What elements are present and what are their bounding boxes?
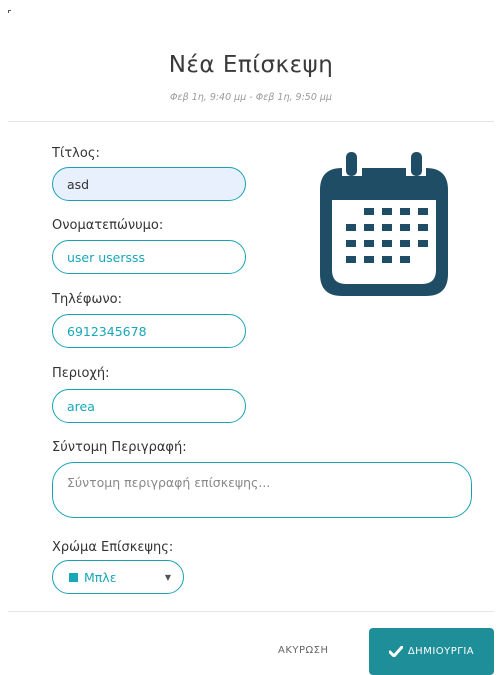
caret-down-icon: ▼ [164,572,171,582]
description-placeholder: Σύντομη περιγραφή επίσκεψης... [67,475,271,490]
phone-label: Τηλέφωνο: [52,292,122,307]
footer-divider [8,611,494,612]
phone-input[interactable]: 6912345678 [52,314,246,348]
area-label: Περιοχή: [52,366,110,381]
area-input[interactable]: area [52,389,246,423]
color-select[interactable]: Μπλε ▼ [52,560,184,594]
color-label: Χρώμα Επίσκεψης: [52,540,174,555]
name-input-value: user usersss [67,249,146,265]
create-button[interactable]: ΔΗΜΙΟΥΡΓΙΑ [369,628,494,675]
title-input[interactable]: asd [52,167,246,201]
name-input[interactable]: user usersss [52,240,246,274]
modal-subtitle: Φεβ 1η, 9:40 μμ - Φεβ 1η, 9:50 μμ [170,92,332,103]
cancel-button-label: ΑΚΥΡΩΣΗ [278,644,329,656]
check-icon [388,646,403,657]
color-select-value: Μπλε [84,569,117,585]
cancel-button[interactable]: ΑΚΥΡΩΣΗ [278,640,329,660]
description-label: Σύντομη Περιγραφή: [52,440,187,455]
color-swatch [69,572,78,582]
modal-header: Νέα Επίσκεψη Φεβ 1η, 9:40 μμ - Φεβ 1η, 9… [0,0,502,122]
description-textarea[interactable]: Σύντομη περιγραφή επίσκεψης... [52,462,472,518]
name-label: Ονοματεπώνυμο: [52,218,164,233]
create-button-label: ΔΗΜΙΟΥΡΓΙΑ [407,646,475,657]
title-label: Τίτλος: [52,146,100,161]
phone-input-value: 6912345678 [67,323,147,339]
title-input-value: asd [67,176,90,192]
modal-title: Νέα Επίσκεψη [168,52,334,78]
calendar-icon [320,152,448,296]
header-divider [8,121,494,122]
area-input-value: area [67,398,95,414]
